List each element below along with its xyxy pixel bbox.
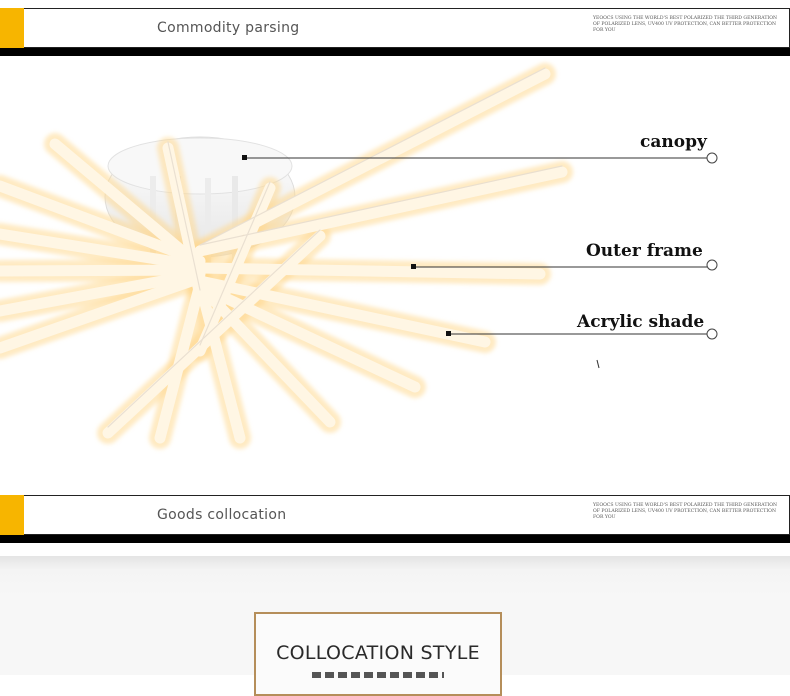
banner-underline	[0, 48, 790, 56]
header-banner: Commodity parsing YEOOCS USING THE WORLD…	[0, 8, 790, 58]
banner-accent-bar	[0, 8, 24, 48]
product-illustration: canopy Outer frame Acrylic shade	[0, 56, 790, 488]
callout-canopy: canopy	[640, 132, 707, 152]
collocation-banner: Goods collocation YEOOCS USING THE WORLD…	[0, 495, 790, 545]
callout-acrylic-shade: Acrylic shade	[577, 312, 705, 332]
collocation-style-title: COLLOCATION STYLE	[276, 642, 480, 664]
collocation-subtitle-glyphs	[312, 672, 444, 678]
banner-underline	[0, 535, 790, 543]
fine-print: YEOOCS USING THE WORLD'S BEST POLARIZED …	[593, 16, 777, 34]
section-title: Goods collocation	[157, 507, 287, 523]
section-title: Commodity parsing	[157, 20, 300, 36]
collocation-style-frame: COLLOCATION STYLE	[254, 612, 502, 696]
lamp-drawing	[0, 63, 718, 449]
collocation-section: COLLOCATION STYLE	[0, 556, 790, 696]
callout-outer-frame: Outer frame	[586, 241, 703, 261]
banner-accent-bar	[0, 495, 24, 535]
lamp-arms	[0, 63, 573, 449]
circle-outline-icon	[706, 152, 718, 340]
fine-print: YEOOCS USING THE WORLD'S BEST POLARIZED …	[593, 503, 777, 521]
